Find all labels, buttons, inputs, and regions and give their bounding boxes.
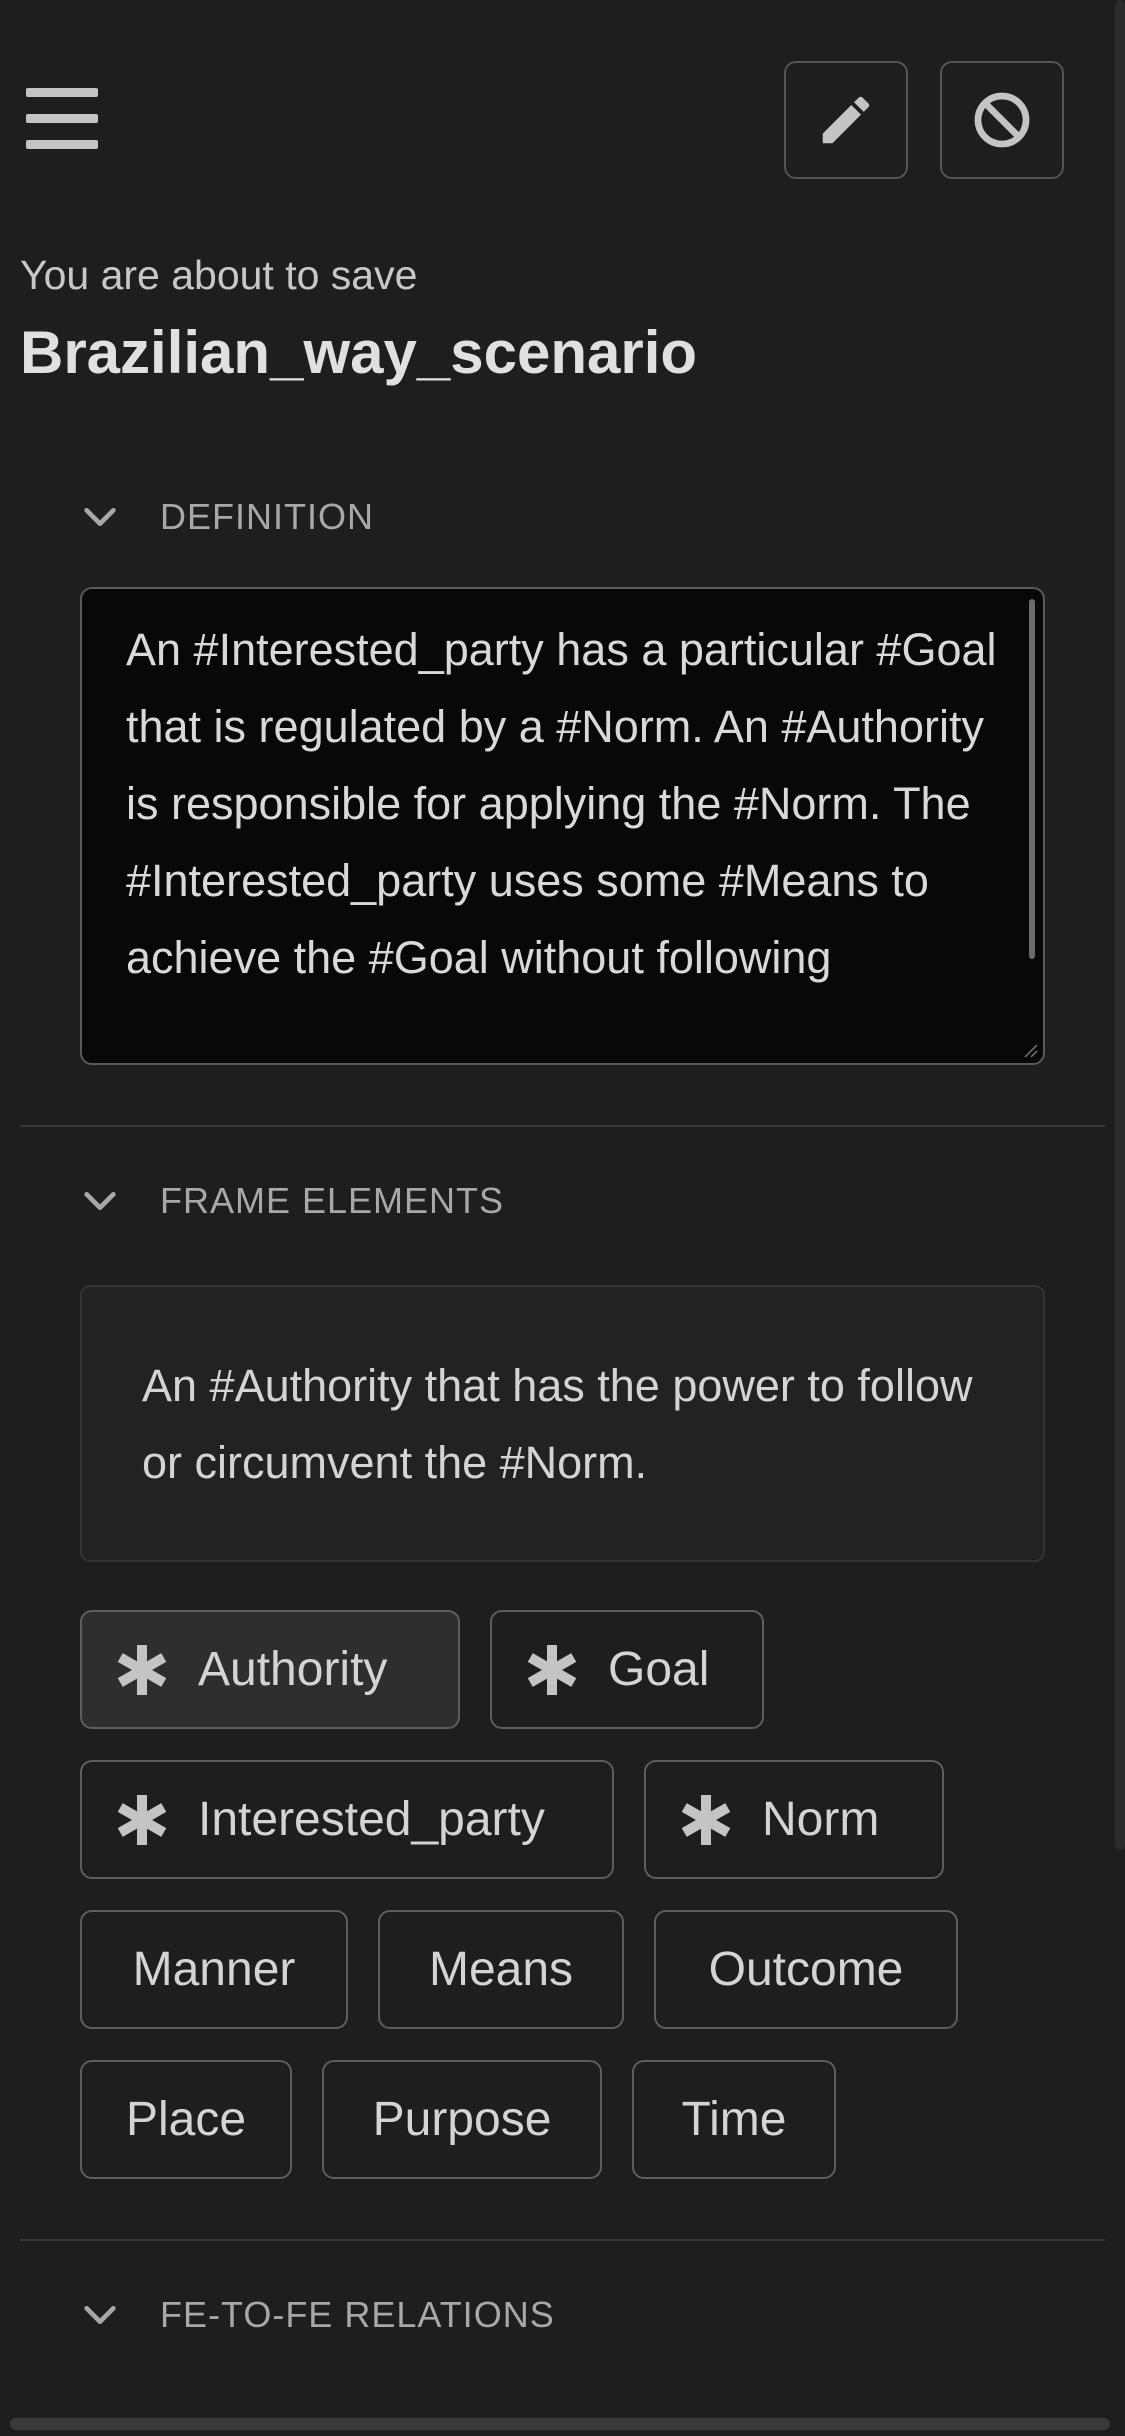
frame-elements-section-label: FRAME ELEMENTS (160, 1180, 505, 1221)
pencil-icon (822, 96, 870, 144)
asterisk-icon (527, 1644, 577, 1695)
section-divider (20, 1125, 1105, 1127)
fe-description-box: An #Authority that has the power to foll… (80, 1285, 1045, 1562)
fe-chip-time[interactable]: Time (632, 2060, 836, 2179)
save-frame-page: You are about to save Brazilian_way_scen… (0, 0, 1125, 2436)
asterisk-icon (681, 1794, 731, 1845)
frame-elements-section-header[interactable]: FRAME ELEMENTS (80, 1176, 504, 1226)
asterisk-icon (117, 1794, 167, 1845)
fe-chip-manner[interactable]: Manner (80, 1910, 348, 2029)
definition-scrollbar[interactable] (1029, 599, 1035, 959)
definition-text: An #Interested_party has a particular #G… (126, 624, 997, 983)
fe-chip-label: Purpose (372, 2093, 552, 2146)
fe-chip-means[interactable]: Means (378, 1910, 624, 2029)
frame-title: Brazilian_way_scenario (20, 319, 698, 386)
fe-chip-label: Outcome (708, 1943, 904, 1996)
fe-relations-section-header[interactable]: FE-TO-FE RELATIONS (80, 2290, 555, 2340)
page-horizontal-scrollbar[interactable] (10, 2418, 1110, 2430)
fe-description-text: An #Authority that has the power to foll… (142, 1359, 973, 1488)
chevron-down-icon (84, 1192, 116, 1210)
block-icon (974, 92, 1030, 148)
asterisk-icon (117, 1644, 167, 1695)
cancel-button[interactable] (940, 61, 1064, 179)
chevron-down-icon (84, 508, 116, 526)
hamburger-menu-icon[interactable] (26, 88, 98, 150)
resize-grip-icon[interactable] (1021, 1041, 1039, 1059)
fe-chip-label: Manner (132, 1943, 296, 1996)
fe-chip-label: Time (681, 2093, 787, 2146)
fe-chip-outcome[interactable]: Outcome (654, 1910, 958, 2029)
section-divider (20, 2239, 1105, 2241)
chevron-down-icon (84, 2306, 116, 2324)
definition-textarea[interactable]: An #Interested_party has a particular #G… (80, 587, 1045, 1065)
definition-section-header[interactable]: DEFINITION (80, 492, 374, 542)
fe-chip-norm[interactable]: Norm (644, 1760, 944, 1879)
definition-section-label: DEFINITION (160, 496, 374, 537)
fe-chip-label: Norm (762, 1793, 880, 1846)
fe-chip-label: Goal (608, 1643, 710, 1696)
fe-chip-authority[interactable]: Authority (80, 1610, 460, 1729)
fe-chip-label: Place (125, 2093, 247, 2146)
fe-chip-goal[interactable]: Goal (490, 1610, 764, 1729)
fe-chip-label: Means (428, 1943, 574, 1996)
save-subtitle: You are about to save (20, 252, 418, 298)
fe-relations-section-label: FE-TO-FE RELATIONS (160, 2294, 555, 2335)
fe-chip-label: Interested_party (198, 1793, 545, 1846)
edit-button[interactable] (784, 61, 908, 179)
fe-chip-place[interactable]: Place (80, 2060, 292, 2179)
fe-chip-label: Authority (198, 1643, 388, 1696)
page-vertical-scrollbar[interactable] (1115, 0, 1125, 1850)
fe-chip-purpose[interactable]: Purpose (322, 2060, 602, 2179)
fe-chip-interested-party[interactable]: Interested_party (80, 1760, 614, 1879)
